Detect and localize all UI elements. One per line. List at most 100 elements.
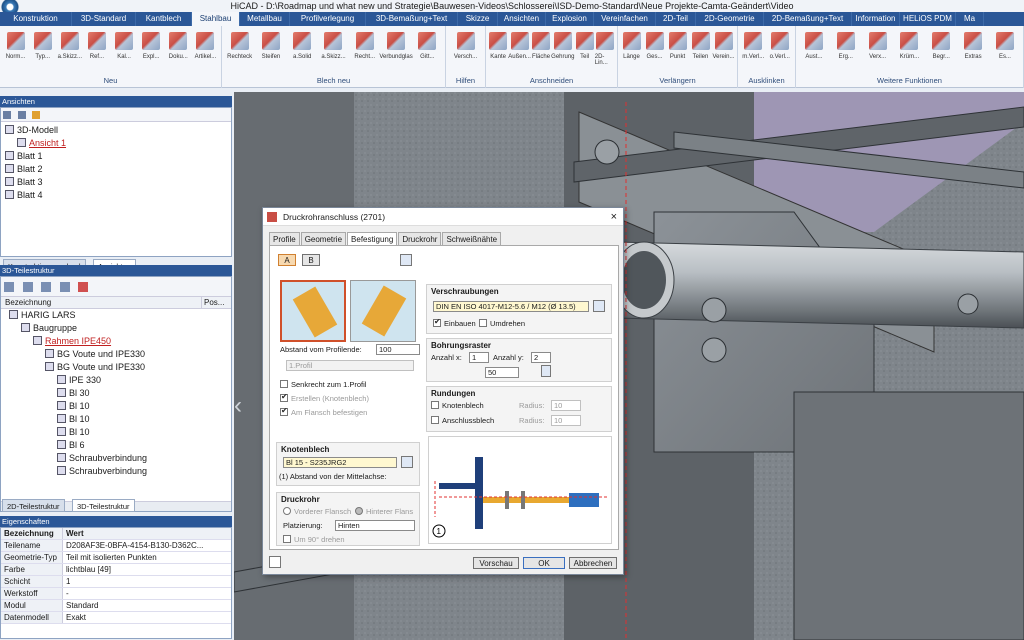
screw-catalog-icon[interactable] xyxy=(593,300,605,312)
ribbon-button-m-verl[interactable]: m.Verl... xyxy=(741,32,765,60)
col-bezeichnung[interactable]: Bezeichnung xyxy=(1,297,201,308)
ribbon-button-teilen[interactable]: Teilen xyxy=(689,32,712,60)
ribbon-button-2d-lin[interactable]: 2D-Lin... xyxy=(595,32,615,66)
ribbon-button-a-skizz[interactable]: a.Skizz... xyxy=(58,32,82,60)
check-einbauen[interactable]: Einbauen xyxy=(433,317,476,328)
variant-image-2[interactable] xyxy=(350,280,416,342)
check-knotenblech[interactable]: Knotenblech xyxy=(431,401,484,410)
ribbon-button-extras[interactable]: Extras xyxy=(961,32,985,60)
bolt-head-3[interactable] xyxy=(701,337,727,363)
tree-item[interactable]: Baugruppe xyxy=(9,322,231,335)
bolt-head-4[interactable] xyxy=(957,293,979,315)
tree-item[interactable]: Blatt 4 xyxy=(5,189,231,202)
verschraubung-input[interactable]: DIN EN ISO 4017-M12-5.6 / M12 (Ø 13.5) xyxy=(433,301,589,312)
radio-hinterer[interactable]: Hinterer Flans xyxy=(355,507,413,516)
dialog-tab-befestigung[interactable]: Befestigung xyxy=(347,232,398,246)
tab-explosion[interactable]: Explosion xyxy=(546,12,594,26)
ribbon-button-aust[interactable]: Aust... xyxy=(802,32,826,60)
bolt-head-2[interactable] xyxy=(701,297,727,323)
favorites-icon[interactable] xyxy=(269,556,281,568)
tree-item[interactable]: Blatt 1 xyxy=(5,150,231,163)
tab-2d-teil[interactable]: 2D-Teil xyxy=(656,12,696,26)
ribbon-button-artikel[interactable]: Artikel... xyxy=(193,32,217,60)
radius-input-2[interactable]: 10 xyxy=(551,415,581,426)
ribbon-button-doku[interactable]: Doku... xyxy=(166,32,190,60)
ribbon-button-außen[interactable]: Außen... xyxy=(508,32,531,66)
tab-2d-teilestruktur[interactable]: 2D-Teilestruktur xyxy=(2,499,65,512)
radio-vorderer-dot[interactable] xyxy=(283,507,291,515)
ribbon-button-begr[interactable]: Begr... xyxy=(929,32,953,60)
ribbon-button-gehrung[interactable]: Gehrung xyxy=(551,32,575,66)
knotenblech-option[interactable]: (1) Abstand von der Mittelachse: xyxy=(277,472,417,483)
dialog-tab-schweißnähte[interactable]: Schweißnähte xyxy=(442,232,502,246)
raster-abstand-input[interactable]: 50 xyxy=(485,367,519,378)
tree-item[interactable]: Blatt 3 xyxy=(5,176,231,189)
raster-picker-icon[interactable] xyxy=(541,365,551,377)
tab-konstruktion[interactable]: Konstruktion xyxy=(0,12,72,26)
tree-item[interactable]: BG Voute und IPE330 xyxy=(9,348,231,361)
checkbox-knotenblech-round[interactable] xyxy=(431,401,439,409)
check-senkrecht[interactable]: Senkrecht zum 1.Profil xyxy=(280,380,366,389)
property-row[interactable]: Modul Standard xyxy=(1,600,231,612)
check-am-flansch[interactable]: Am Flansch befestigen xyxy=(280,406,367,417)
variant-b-button[interactable]: B xyxy=(302,254,320,266)
property-row[interactable]: Werkstoff - xyxy=(1,588,231,600)
tab-vereinfachen[interactable]: Vereinfachen xyxy=(594,12,656,26)
nav-prev-icon[interactable]: ‹ xyxy=(234,392,242,420)
assembly-icon[interactable] xyxy=(41,282,52,292)
ribbon-button-a-skizz[interactable]: a.Skizz... xyxy=(321,32,346,60)
tree-item[interactable]: Blatt 2 xyxy=(5,163,231,176)
anzahl-y-input[interactable]: 2 xyxy=(531,352,551,363)
tab-3d-teilestruktur[interactable]: 3D-Teilestruktur xyxy=(72,499,135,512)
knotenblech-input[interactable]: Bl 15 - S235JRG2 xyxy=(283,457,397,468)
ribbon-button-gitt[interactable]: Gitt... xyxy=(415,32,439,60)
delete-icon[interactable] xyxy=(78,282,89,292)
ribbon-button-erg[interactable]: Erg... xyxy=(834,32,858,60)
checkbox-umdrehen[interactable] xyxy=(479,319,487,327)
ribbon-button-rechteck[interactable]: Rechteck xyxy=(227,32,252,60)
ribbon-button-verbundglas[interactable]: Verbundglas xyxy=(379,32,413,60)
checkbox-am-flansch[interactable] xyxy=(280,406,288,416)
radio-hinterer-dot[interactable] xyxy=(355,507,363,515)
ribbon-button-versch[interactable]: Versch... xyxy=(454,32,478,60)
property-row[interactable]: Datenmodell Exakt xyxy=(1,612,231,624)
tab-ma[interactable]: Ma xyxy=(956,12,984,26)
bolt-head-1[interactable] xyxy=(594,139,620,165)
tab-skizze[interactable]: Skizze xyxy=(458,12,498,26)
tab-3d-bemaßung-text[interactable]: 3D-Bemaßung+Text xyxy=(366,12,458,26)
col-pos[interactable]: Pos... xyxy=(201,297,231,308)
tree-item[interactable]: Bl 6 xyxy=(9,439,231,452)
filter-icon[interactable] xyxy=(4,282,14,292)
ribbon-button-kal[interactable]: Kal... xyxy=(112,32,136,60)
tab-3d-standard[interactable]: 3D-Standard xyxy=(72,12,136,26)
tab-helios-pdm[interactable]: HELiOS PDM xyxy=(900,12,956,26)
ribbon-button-fläche[interactable]: Fläche xyxy=(531,32,551,66)
dialog-tab-geometrie[interactable]: Geometrie xyxy=(300,232,347,246)
variant-a-button[interactable]: A xyxy=(278,254,296,266)
checkbox-anschlussblech-round[interactable] xyxy=(431,416,439,424)
platzierung-select[interactable]: Hinten xyxy=(335,520,415,531)
tree-item[interactable]: IPE 330 xyxy=(9,374,231,387)
catalog-icon[interactable] xyxy=(401,456,413,468)
tree-item[interactable]: HARIG LARS xyxy=(9,309,231,322)
check-umdrehen[interactable]: Umdrehen xyxy=(479,319,525,328)
ribbon-button-ref[interactable]: Ref... xyxy=(85,32,109,60)
property-row[interactable]: Schicht 1 xyxy=(1,576,231,588)
tree-item[interactable]: Ansicht 1 xyxy=(5,137,231,150)
ribbon-button-a-solid[interactable]: a.Solid xyxy=(290,32,314,60)
structure-icon[interactable] xyxy=(22,282,33,292)
tab-profilverlegung[interactable]: Profilverlegung xyxy=(290,12,366,26)
tab-stahlbau[interactable]: Stahlbau xyxy=(192,12,240,26)
ribbon-button-expl[interactable]: Expl... xyxy=(139,32,163,60)
ribbon-button-es[interactable]: Es... xyxy=(993,32,1017,60)
ribbon-button-kante[interactable]: Kante xyxy=(488,32,508,66)
check-anschlussblech[interactable]: Anschlussblech xyxy=(431,416,494,425)
tree-collapse-icon[interactable] xyxy=(17,111,26,119)
dialog-tab-druckrohr[interactable]: Druckrohr xyxy=(398,232,442,246)
property-row[interactable]: Farbe lichtblau [49] xyxy=(1,564,231,576)
ribbon-button-recht[interactable]: Recht... xyxy=(353,32,377,60)
sheet-icon[interactable] xyxy=(32,111,41,119)
checkbox-erstellen[interactable] xyxy=(280,392,288,402)
tab-kantblech[interactable]: Kantblech xyxy=(136,12,192,26)
checkbox-senkrecht[interactable] xyxy=(280,380,288,388)
